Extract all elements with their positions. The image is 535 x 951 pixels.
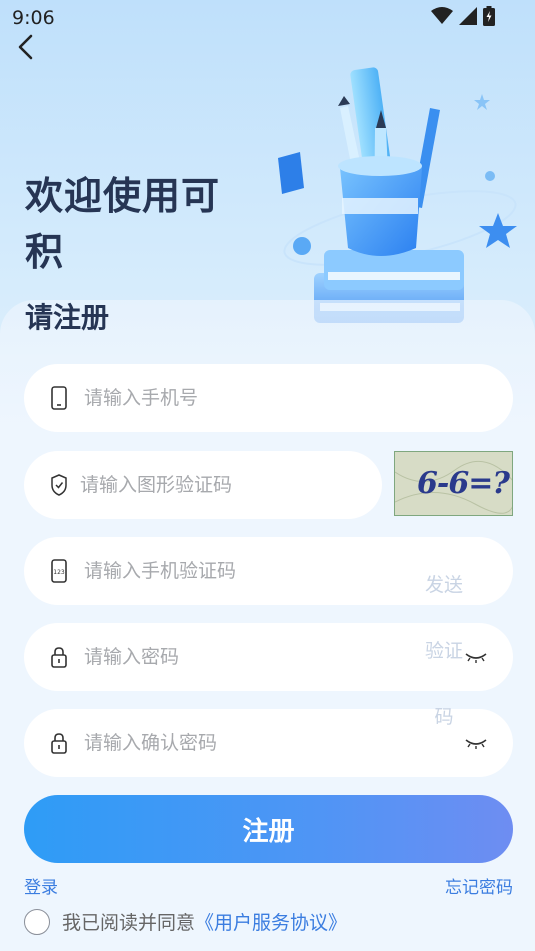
register-subtitle: 请注册 — [25, 301, 110, 334]
register-button[interactable]: 注册 — [24, 795, 513, 863]
agreement-row: 我已阅读并同意 《用户服务协议》 — [24, 908, 347, 935]
lock-icon — [51, 733, 67, 754]
eye-closed-icon[interactable] — [465, 651, 487, 663]
send-code-button[interactable]: 发送验证码 — [420, 552, 468, 750]
captcha-input[interactable] — [80, 451, 340, 519]
shield-icon — [51, 474, 67, 496]
chevron-left-icon[interactable] — [12, 32, 42, 62]
user-agreement-link[interactable]: 《用户服务协议》 — [195, 908, 347, 935]
status-time: 9:06 — [12, 7, 55, 29]
svg-text:123: 123 — [53, 569, 65, 576]
captcha-image[interactable]: 6-6=? — [394, 451, 513, 516]
status-icons — [431, 6, 495, 26]
welcome-title: 欢迎使用可积 — [25, 174, 221, 274]
sms-code-input[interactable] — [84, 537, 364, 605]
captcha-field[interactable] — [24, 451, 382, 519]
confirm-password-input[interactable] — [84, 709, 364, 777]
phone-input[interactable] — [84, 364, 364, 432]
agreement-text: 我已阅读并同意 — [62, 912, 196, 934]
forgot-password-link[interactable]: 忘记密码 — [445, 873, 513, 898]
status-bar: 9:06 — [0, 0, 535, 34]
wifi-icon — [431, 7, 453, 24]
agreement-radio[interactable] — [24, 908, 50, 935]
sms-icon: 123 — [51, 559, 67, 583]
lock-icon — [51, 647, 67, 668]
phone-icon — [51, 386, 67, 410]
captcha-text: 6-6=? — [417, 466, 510, 501]
login-link[interactable]: 登录 — [24, 873, 58, 898]
eye-closed-icon[interactable] — [465, 737, 487, 749]
phone-field[interactable] — [24, 364, 513, 432]
signal-icon — [459, 7, 477, 25]
password-input[interactable] — [84, 623, 364, 691]
battery-icon — [483, 6, 495, 26]
